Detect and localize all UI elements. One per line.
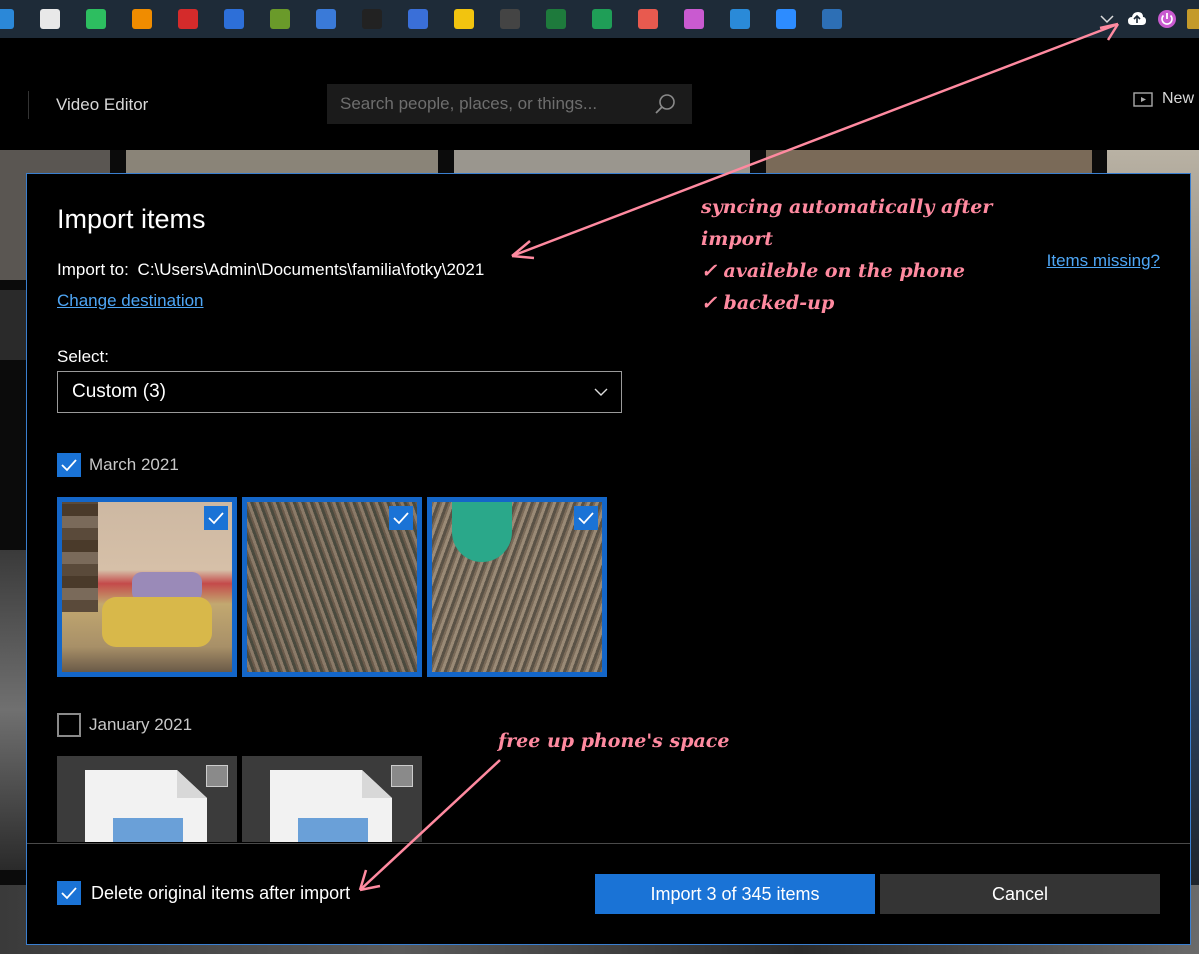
arrow-to-delete-option	[358, 759, 501, 892]
arrow-to-path	[511, 22, 1120, 260]
screen: Video Editor New Import items Import to:…	[0, 0, 1199, 954]
annotation-arrows	[358, 22, 1120, 892]
